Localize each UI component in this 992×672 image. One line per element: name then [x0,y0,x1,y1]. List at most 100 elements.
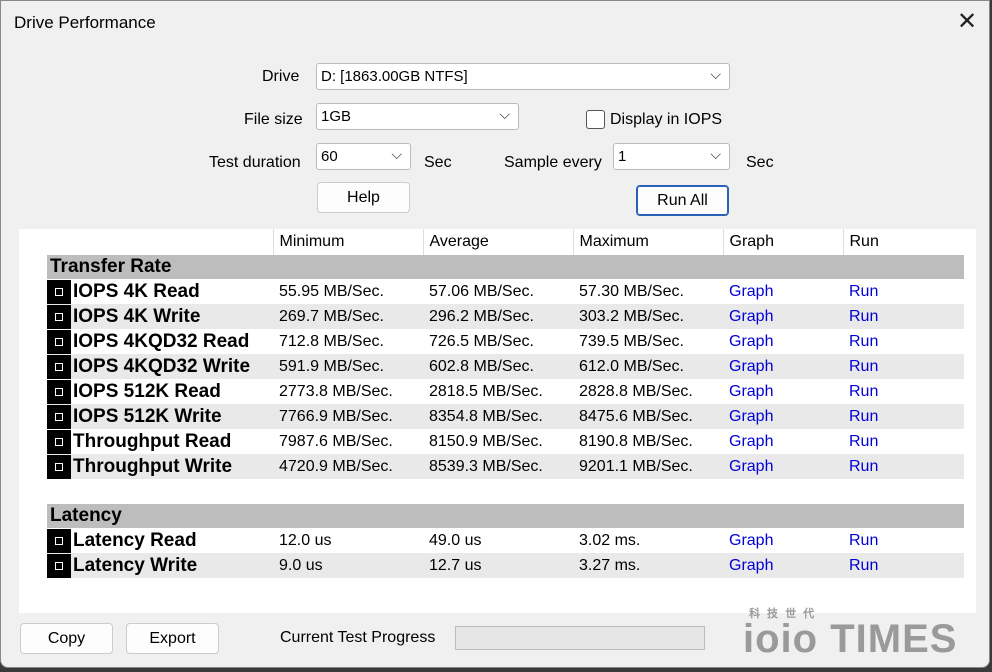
test-name: IOPS 4KQD32 Read [73,330,250,352]
drive-performance-dialog: Drive Performance ✕ Drive D: [1863.00GB … [0,0,990,668]
test-name-cell: IOPS 512K Read [47,379,273,404]
drive-select[interactable]: D: [1863.00GB NTFS] ⌵ [316,63,730,90]
minimum-value: 4720.9 MB/Sec. [273,454,423,479]
display-iops-checkbox[interactable] [586,110,605,129]
section-title: Latency [47,504,964,528]
maximum-value: 303.2 MB/Sec. [573,304,723,329]
maximum-value: 8475.6 MB/Sec. [573,404,723,429]
close-icon[interactable]: ✕ [953,7,981,37]
maximum-value: 3.02 ms. [579,531,641,549]
minimum-value: 7766.9 MB/Sec. [273,404,423,429]
graph-link[interactable]: Graph [723,528,843,553]
average-value: 296.2 MB/Sec. [423,304,573,329]
average-value: 49.0 us [429,531,482,549]
test-name: Throughput Write [73,455,233,477]
maximum-value: 8190.8 MB/Sec. [579,432,693,450]
minimum-value: 7987.6 MB/Sec. [279,432,393,450]
filesize-select[interactable]: 1GB ⌵ [316,103,519,130]
chevron-down-icon: ⌵ [391,146,402,162]
chevron-down-icon: ⌵ [710,66,721,82]
test-name: Latency Read [73,529,197,551]
graph-link[interactable]: Graph [723,304,843,329]
drive-value: D: [1863.00GB NTFS] [321,68,468,85]
run-link[interactable]: Run [843,304,964,329]
table-row: Latency Write 9.0 us 12.7 us 3.27 ms. Gr… [47,553,964,578]
test-name: IOPS 4K Write [73,305,201,327]
copy-button[interactable]: Copy [20,623,113,654]
header-minimum: Minimum [272,229,423,255]
maximum-value: 739.5 MB/Sec. [579,332,684,350]
maximum-value: 2828.8 MB/Sec. [579,382,693,400]
sample-select[interactable]: 1 ⌵ [613,143,730,170]
help-button[interactable]: Help [317,182,410,213]
display-iops-label[interactable]: Display in IOPS [610,111,722,129]
graph-link[interactable]: Graph [723,404,843,429]
test-name-cell: Throughput Write [47,454,273,479]
average-value: 8539.3 MB/Sec. [423,454,573,479]
run-link[interactable]: Run [843,404,964,429]
test-icon [47,454,71,479]
test-icon [47,379,71,404]
header-graph: Graph [722,229,843,255]
graph-link[interactable]: Graph [723,279,843,304]
export-button[interactable]: Export [126,623,219,654]
test-icon [47,553,71,578]
run-link[interactable]: Run [843,329,964,354]
average-value: 8150.9 MB/Sec. [429,432,543,450]
table-row: IOPS 512K Read 2773.8 MB/Sec. 2818.5 MB/… [47,379,964,404]
run-link[interactable]: Run [843,379,964,404]
test-name-cell: IOPS 512K Write [47,404,273,429]
run-link[interactable]: Run [843,429,964,454]
sample-unit: Sec [746,154,774,171]
test-name-cell: Latency Write [47,553,273,578]
minimum-value: 12.0 us [279,531,332,549]
maximum-value: 57.30 MB/Sec. [579,282,684,300]
filesize-value: 1GB [321,108,352,125]
graph-link[interactable]: Graph [723,429,843,454]
maximum-value: 9201.1 MB/Sec. [573,454,723,479]
duration-unit: Sec [424,154,452,171]
minimum-value: 712.8 MB/Sec. [279,332,384,350]
test-icon [47,429,71,454]
table-row: Latency Read 12.0 us 49.0 us 3.02 ms. Gr… [47,528,964,553]
test-icon [47,279,71,304]
duration-value: 60 [321,148,338,165]
run-link[interactable]: Run [843,454,964,479]
run-link[interactable]: Run [843,354,964,379]
run-all-button[interactable]: Run All [636,185,729,216]
average-value: 602.8 MB/Sec. [423,354,573,379]
test-name-cell: IOPS 4KQD32 Write [47,354,273,379]
chevron-down-icon: ⌵ [710,146,721,162]
graph-link[interactable]: Graph [723,379,843,404]
test-name: Throughput Read [73,430,232,452]
section-title: Transfer Rate [47,255,964,279]
window-title: Drive Performance [14,13,156,32]
sample-label: Sample every [504,154,602,171]
header-blank [47,229,273,255]
average-value: 8354.8 MB/Sec. [423,404,573,429]
table-row: IOPS 4KQD32 Read 712.8 MB/Sec. 726.5 MB/… [47,329,964,354]
test-name-cell: IOPS 4KQD32 Read [47,329,273,354]
run-link[interactable]: Run [843,553,964,578]
test-icon [47,304,71,329]
run-link[interactable]: Run [843,279,964,304]
maximum-value: 612.0 MB/Sec. [573,354,723,379]
minimum-value: 2773.8 MB/Sec. [279,382,393,400]
graph-link[interactable]: Graph [723,329,843,354]
graph-link[interactable]: Graph [723,454,843,479]
duration-select[interactable]: 60 ⌵ [316,143,411,170]
test-name-cell: Latency Read [47,528,273,553]
test-icon [47,404,71,429]
test-icon [47,528,71,553]
run-link[interactable]: Run [843,528,964,553]
graph-link[interactable]: Graph [723,553,843,578]
graph-link[interactable]: Graph [723,354,843,379]
section-header: Transfer Rate [47,255,964,279]
sample-value: 1 [618,148,627,165]
section-spacer [47,479,964,504]
test-name: IOPS 4KQD32 Write [73,355,251,377]
maximum-value: 3.27 ms. [573,553,723,578]
test-name: IOPS 512K Read [73,380,221,402]
results-table: Minimum Average Maximum Graph Run Transf… [47,229,964,578]
duration-label: Test duration [209,154,301,171]
